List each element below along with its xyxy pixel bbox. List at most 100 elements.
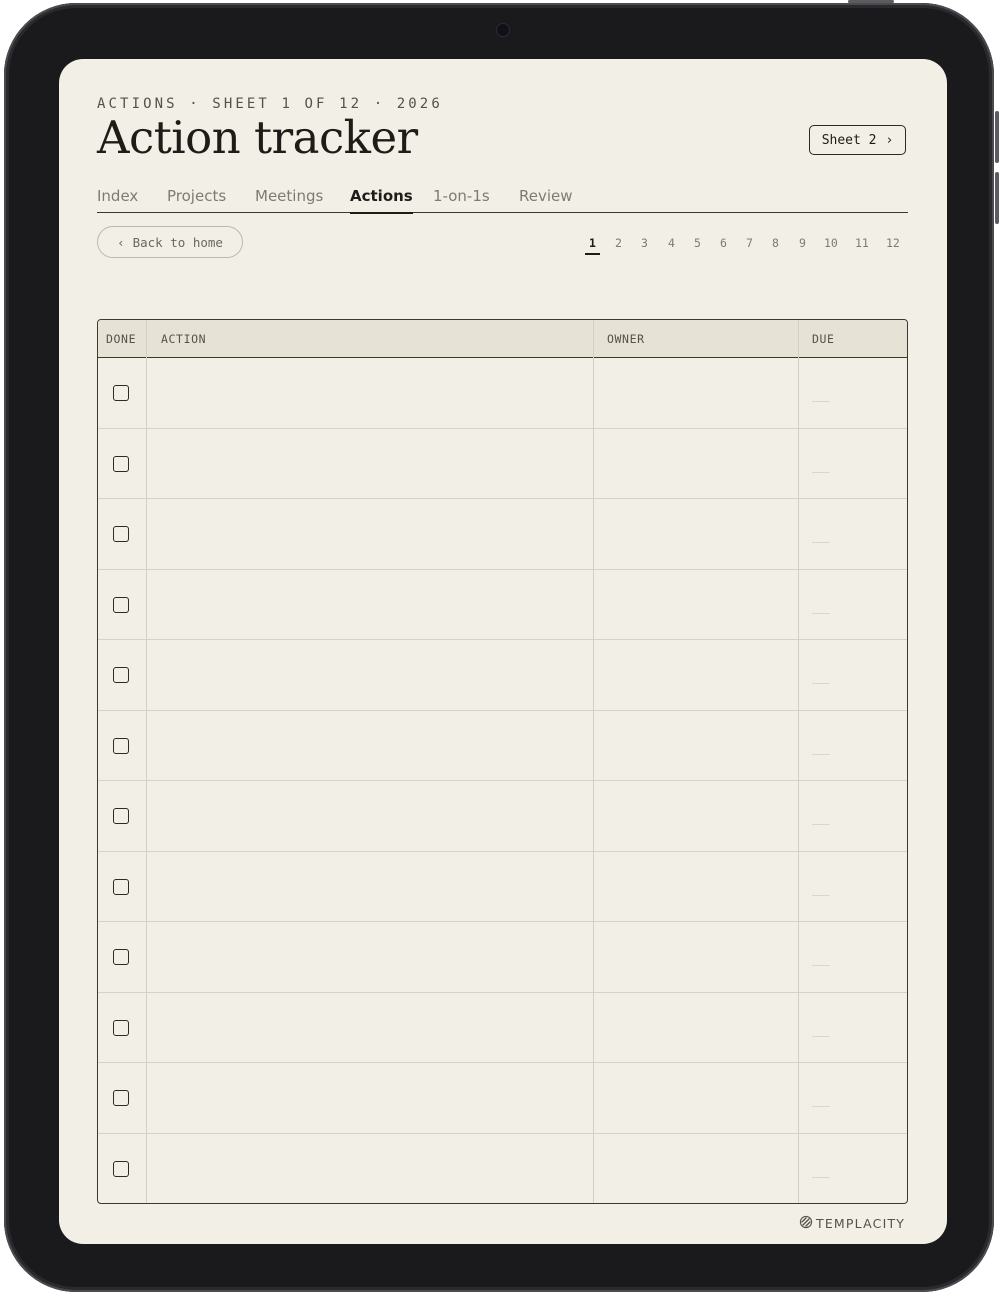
templacity-logo-icon [799,1215,813,1232]
table-row: ___ [98,570,907,640]
volume-up-button [995,111,999,163]
brand-name: TEMPLACITY [816,1215,906,1231]
done-checkbox[interactable] [113,455,129,472]
owner-cell[interactable] [594,781,798,851]
done-checkbox[interactable] [113,667,129,683]
owner-cell[interactable] [594,499,798,569]
done-checkbox[interactable] [113,526,129,542]
due-cell[interactable]: ___ [812,883,830,896]
due-cell[interactable]: ___ [812,742,830,755]
table-body: ___ ___ ___ ___ ___ ___ ___ ___ ___ ___ ___ ___ [98,358,907,1203]
owner-cell[interactable] [594,711,798,781]
column-header-owner: OWNER [607,332,645,346]
owner-cell[interactable] [594,640,798,710]
owner-cell[interactable] [594,1063,798,1133]
due-cell[interactable]: ___ [812,953,830,966]
tab-review[interactable]: Review [519,187,573,205]
done-checkbox[interactable] [113,808,129,824]
due-cell[interactable]: ___ [812,812,830,825]
action-cell[interactable] [147,711,593,781]
action-cell[interactable] [147,1134,593,1204]
table-row: ___ [98,711,907,781]
owner-cell[interactable] [594,1134,798,1204]
done-checkbox[interactable] [113,878,129,895]
table-row: ___ [98,922,907,993]
due-cell[interactable]: ___ [812,671,830,684]
table-row: ___ [98,429,907,499]
done-checkbox[interactable] [113,1019,129,1036]
due-cell[interactable]: ___ [812,601,830,614]
next-sheet-button[interactable]: Sheet 2 › [809,125,906,155]
action-cell[interactable] [147,499,593,569]
action-cell[interactable] [147,852,593,922]
action-cell[interactable] [147,570,593,640]
action-cell[interactable] [147,922,593,992]
page-link-3[interactable]: 3 [641,236,648,250]
tab-projects[interactable]: Projects [167,187,226,205]
owner-cell[interactable] [594,358,798,428]
table-row: ___ [98,781,907,852]
column-header-action: ACTION [161,332,207,346]
done-checkbox[interactable] [113,1160,129,1177]
page-eyebrow: ACTIONS · SHEET 1 OF 12 · 2026 [97,96,443,112]
table-row: ___ [98,1134,907,1204]
planner-page: ACTIONS · SHEET 1 OF 12 · 2026 Action tr… [59,59,947,1244]
page-link-10[interactable]: 10 [824,236,838,250]
done-checkbox[interactable] [113,385,129,401]
page-link-4[interactable]: 4 [668,236,675,250]
page-title: Action tracker [97,111,418,164]
front-camera [497,24,509,36]
due-cell[interactable]: ___ [812,1094,830,1107]
owner-cell[interactable] [594,570,798,640]
due-cell[interactable]: ___ [812,530,830,543]
top-button [848,0,894,3]
tab-actions[interactable]: Actions [350,187,413,214]
column-header-done: DONE [106,332,137,346]
page-link-2[interactable]: 2 [615,236,622,250]
owner-cell[interactable] [594,852,798,922]
due-cell[interactable]: ___ [812,389,830,402]
tablet-frame: ACTIONS · SHEET 1 OF 12 · 2026 Action tr… [4,3,994,1292]
action-cell[interactable] [147,358,593,428]
actions-table: DONE ACTION OWNER DUE ___ ___ ___ ___ ___ ___… [97,319,908,1204]
section-tabs: Index Projects Meetings Actions 1-on-1s … [97,185,908,214]
volume-down-button [995,172,999,224]
due-cell[interactable]: ___ [812,1165,830,1178]
owner-cell[interactable] [594,922,798,992]
due-cell[interactable]: ___ [812,460,830,473]
column-header-due: DUE [812,332,835,346]
brand-footer: TEMPLACITY [799,1214,905,1232]
page-link-8[interactable]: 8 [772,236,779,250]
page-link-6[interactable]: 6 [720,236,727,250]
sheet-pager: 1 2 3 4 5 6 7 8 9 10 11 12 [59,236,947,258]
page-link-5[interactable]: 5 [694,236,701,250]
done-checkbox[interactable] [113,949,129,965]
next-sheet-label: Sheet 2 [821,132,877,148]
table-row: ___ [98,1063,907,1134]
done-checkbox[interactable] [113,596,129,613]
tab-one-on-ones[interactable]: 1-on-1s [433,187,490,205]
table-row: ___ [98,640,907,711]
owner-cell[interactable] [594,993,798,1063]
action-cell[interactable] [147,1063,593,1133]
owner-cell[interactable] [594,429,798,499]
table-row: ___ [98,852,907,922]
chevron-right-icon: › [885,132,894,148]
done-checkbox[interactable] [113,1090,129,1106]
page-link-12[interactable]: 12 [886,236,900,250]
table-row: ___ [98,993,907,1063]
page-link-7[interactable]: 7 [746,236,753,250]
action-cell[interactable] [147,781,593,851]
action-cell[interactable] [147,640,593,710]
page-link-1[interactable]: 1 [585,236,600,255]
table-header: DONE ACTION OWNER DUE [98,320,907,358]
page-link-11[interactable]: 11 [855,236,869,250]
due-cell[interactable]: ___ [812,1024,830,1037]
done-checkbox[interactable] [113,737,129,754]
action-cell[interactable] [147,993,593,1063]
page-link-9[interactable]: 9 [799,236,806,250]
tab-index[interactable]: Index [97,187,138,205]
tab-meetings[interactable]: Meetings [255,187,323,205]
table-row: ___ [98,499,907,570]
action-cell[interactable] [147,429,593,499]
